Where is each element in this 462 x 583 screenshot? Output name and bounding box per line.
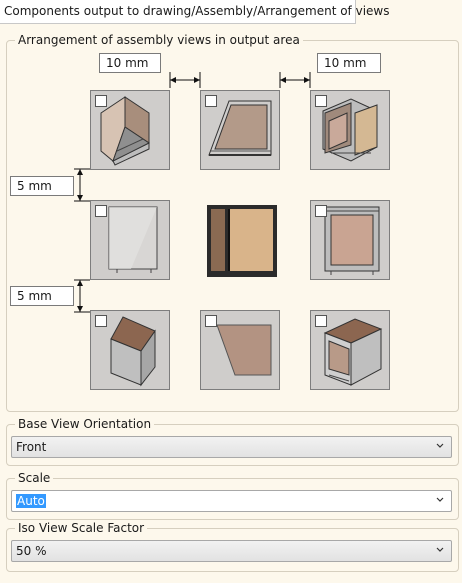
- front-view-image: [207, 205, 277, 277]
- horizontal-gap-left-input[interactable]: 10 mm: [99, 53, 161, 73]
- iso-view-scale-factor-title: Iso View Scale Factor: [15, 521, 148, 535]
- view-cell-bottom-right[interactable]: [310, 310, 390, 390]
- view-checkbox-top-center[interactable]: [205, 95, 217, 107]
- scale-title: Scale: [15, 471, 54, 485]
- horizontal-gap-right-input[interactable]: 10 mm: [317, 53, 381, 73]
- vertical-gap-top-input[interactable]: 5 mm: [10, 176, 74, 196]
- horizontal-gap-left-dimension: [169, 72, 201, 88]
- vertical-gap-bottom-input[interactable]: 5 mm: [10, 286, 74, 306]
- view-cell-top-right[interactable]: [310, 90, 390, 170]
- view-checkbox-bottom-center[interactable]: [205, 315, 217, 327]
- view-checkbox-middle-right[interactable]: [315, 205, 327, 217]
- view-checkbox-top-left[interactable]: [95, 95, 107, 107]
- breadcrumb: Components output to drawing/Assembly/Ar…: [0, 0, 389, 24]
- view-cell-bottom-center[interactable]: [200, 310, 280, 390]
- scale-select[interactable]: Auto: [11, 490, 452, 512]
- view-checkbox-middle-left[interactable]: [95, 205, 107, 217]
- view-cell-center-front: [200, 200, 280, 280]
- iso-view-scale-factor-select[interactable]: 50 %: [11, 540, 452, 562]
- view-checkbox-bottom-right[interactable]: [315, 315, 327, 327]
- base-view-orientation-title: Base View Orientation: [15, 417, 155, 431]
- vertical-gap-bottom-dimension: [74, 279, 90, 313]
- chevron-down-icon: [436, 547, 444, 552]
- base-view-orientation-value: Front: [16, 440, 47, 454]
- view-cell-bottom-left[interactable]: [90, 310, 170, 390]
- view-cell-middle-right[interactable]: [310, 200, 390, 280]
- arrangement-title: Arrangement of assembly views in output …: [15, 33, 303, 47]
- view-checkbox-bottom-left[interactable]: [95, 315, 107, 327]
- scale-value: Auto: [16, 494, 46, 508]
- horizontal-gap-right-dimension: [279, 72, 311, 88]
- chevron-down-icon: [436, 497, 444, 502]
- view-checkbox-top-right[interactable]: [315, 95, 327, 107]
- view-cell-middle-left[interactable]: [90, 200, 170, 280]
- iso-view-scale-factor-value: 50 %: [16, 544, 47, 558]
- view-cell-top-left[interactable]: [90, 90, 170, 170]
- base-view-orientation-select[interactable]: Front: [11, 436, 452, 458]
- vertical-gap-top-dimension: [74, 168, 90, 202]
- chevron-down-icon: [436, 443, 444, 448]
- view-cell-top-center[interactable]: [200, 90, 280, 170]
